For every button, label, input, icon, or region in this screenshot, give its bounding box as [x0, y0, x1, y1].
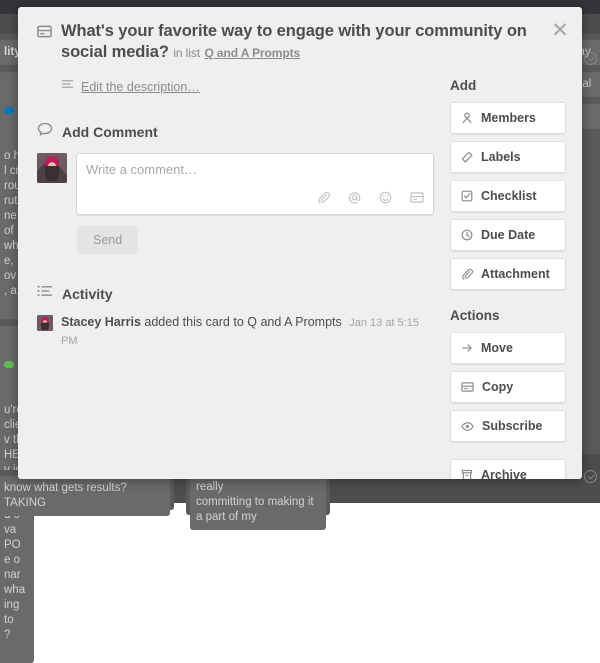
- mention-icon[interactable]: [348, 191, 361, 209]
- sidebar-item-label: Due Date: [481, 228, 535, 242]
- bg-card: know what gets results? TAKING: [0, 476, 170, 516]
- activity-section: Activity Stacey Harris: [61, 284, 434, 350]
- modal-sidebar: Add Members: [434, 78, 566, 479]
- sidebar-item-copy[interactable]: Copy: [450, 371, 566, 403]
- sidebar-item-members[interactable]: Members: [450, 102, 566, 134]
- checklist-check-icon: [461, 190, 473, 202]
- modal-main-column: Edit the description… Add Comment: [34, 78, 434, 479]
- paperclip-icon: [461, 268, 473, 280]
- actions-section-heading: Actions: [450, 308, 566, 323]
- sidebar-item-label: Subscribe: [482, 419, 542, 433]
- attachment-icon[interactable]: [317, 191, 330, 209]
- sidebar-item-attachment[interactable]: Attachment: [450, 258, 566, 290]
- activity-heading: Activity: [62, 286, 113, 302]
- sidebar-item-archive[interactable]: Archive: [450, 459, 566, 479]
- arrow-right-icon: [461, 342, 473, 354]
- add-section-heading: Add: [450, 78, 566, 93]
- in-list-label: in list: [173, 46, 200, 60]
- bg-check-circle-icon: [584, 470, 597, 483]
- sidebar-item-label: Move: [481, 341, 513, 355]
- description-row[interactable]: Edit the description…: [61, 78, 434, 96]
- activity-heading-row: Activity: [37, 284, 434, 303]
- sidebar-item-subscribe[interactable]: Subscribe: [450, 410, 566, 442]
- comment-bubble-icon: [37, 122, 53, 142]
- avatar[interactable]: [37, 153, 67, 183]
- comment-composer: Write a comment…: [61, 153, 434, 215]
- sidebar-item-label: Labels: [481, 150, 521, 164]
- avatar[interactable]: [37, 315, 53, 331]
- comment-input[interactable]: Write a comment…: [76, 153, 434, 215]
- sidebar-divider-gap: [450, 449, 566, 459]
- sidebar-item-move[interactable]: Move: [450, 332, 566, 364]
- activity-list-icon: [37, 284, 53, 303]
- eye-icon: [461, 421, 474, 432]
- list-name-link[interactable]: Q and A Prompts: [204, 46, 300, 60]
- card-detail-modal: ✕ What's your favorite way to engage wit…: [18, 7, 582, 479]
- close-icon[interactable]: ✕: [547, 17, 573, 43]
- bg-label-green: [4, 361, 14, 368]
- sidebar-item-label: Members: [481, 111, 536, 125]
- activity-entry-text: Stacey Harris added this card to Q and A…: [61, 314, 434, 350]
- card-title-block: What's your favorite way to engage with …: [61, 21, 530, 64]
- description-lines-icon: [61, 78, 74, 96]
- sidebar-item-label: Checklist: [481, 189, 537, 203]
- activity-action: added this card to Q and A Prompts: [144, 315, 341, 329]
- label-tag-icon: [461, 151, 473, 163]
- modal-columns: Edit the description… Add Comment: [34, 78, 566, 479]
- sidebar-item-label: Copy: [482, 380, 513, 394]
- sidebar-item-label: Attachment: [481, 267, 550, 281]
- member-person-icon: [461, 112, 473, 124]
- add-comment-heading: Add Comment: [62, 124, 158, 140]
- card-icon[interactable]: [410, 191, 424, 209]
- bg-check-circle-icon: [584, 52, 597, 65]
- send-button[interactable]: Send: [77, 226, 138, 254]
- comment-toolbar: [317, 191, 424, 209]
- sidebar-item-checklist[interactable]: Checklist: [450, 180, 566, 212]
- copy-card-icon: [461, 381, 474, 393]
- sidebar-item-label: Archive: [481, 468, 527, 479]
- card-window-icon: [37, 24, 52, 64]
- sidebar-item-labels[interactable]: Labels: [450, 141, 566, 173]
- clock-icon: [461, 229, 473, 241]
- archive-box-icon: [461, 469, 473, 479]
- emoji-icon[interactable]: [379, 191, 392, 209]
- sidebar-item-due-date[interactable]: Due Date: [450, 219, 566, 251]
- add-comment-heading-row: Add Comment: [37, 122, 434, 142]
- activity-user[interactable]: Stacey Harris: [61, 315, 141, 329]
- bg-label-blue: [4, 107, 14, 114]
- edit-description-link[interactable]: Edit the description…: [81, 80, 200, 94]
- card-header: What's your favorite way to engage with …: [34, 21, 566, 64]
- comment-placeholder: Write a comment…: [86, 162, 197, 177]
- list-item: Stacey Harris added this card to Q and A…: [61, 314, 434, 350]
